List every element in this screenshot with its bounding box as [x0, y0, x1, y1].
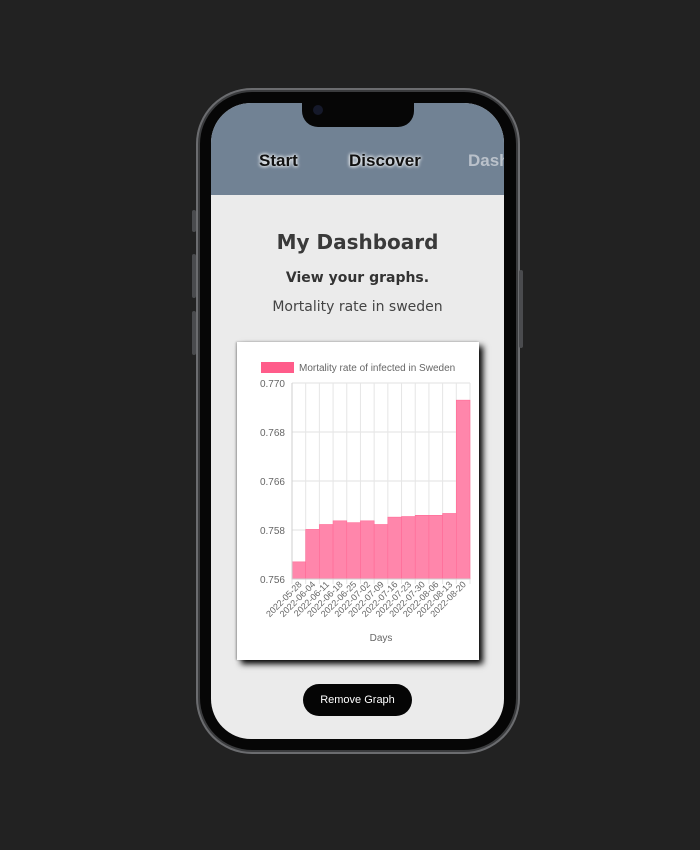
chart-bar	[428, 515, 443, 580]
y-tick-label: 0.756	[260, 575, 285, 586]
y-tick-label: 0.766	[260, 477, 285, 488]
chart-name: Mortality rate in sweden	[272, 299, 443, 315]
nav-item-dashboard[interactable]: Dashboard	[468, 151, 504, 171]
chart-bar	[346, 522, 361, 580]
x-axis-title: Days	[370, 633, 393, 644]
chart-bar	[319, 524, 334, 580]
chart-bar	[414, 515, 430, 580]
y-tick-label: 0.768	[260, 428, 285, 439]
remove-graph-button[interactable]: Remove Graph	[303, 684, 412, 716]
phone-volume-down-button	[192, 311, 196, 355]
nav-item-start[interactable]: Start	[259, 151, 298, 171]
chart-bar	[291, 561, 306, 580]
phone-power-button	[519, 270, 523, 348]
legend-swatch	[261, 362, 294, 373]
chart-bar	[456, 399, 471, 580]
y-tick-label: 0.758	[260, 526, 285, 537]
legend-label: Mortality rate of infected in Sweden	[299, 363, 455, 374]
y-tick-label: 0.770	[260, 379, 285, 390]
mortality-bar-chart: 0.7700.7680.7660.7580.7562022-05-282022-…	[260, 362, 471, 644]
chart-card: 0.770 0.768 0.766 0.758 0.756 2022-05-28 2022-…	[237, 342, 479, 660]
chart-bar	[387, 516, 402, 580]
phone-volume-up-button	[192, 254, 196, 298]
chart-bar	[442, 513, 457, 580]
chart-bar	[373, 524, 389, 580]
phone-mute-switch	[192, 210, 196, 232]
nav-item-discover[interactable]: Discover	[349, 151, 421, 171]
page-title: My Dashboard	[276, 230, 439, 254]
page-subtitle: View your graphs.	[285, 270, 430, 286]
chart-bar	[360, 520, 375, 580]
chart-bar	[401, 516, 416, 580]
chart-bar	[332, 520, 348, 580]
chart-bar	[305, 529, 320, 580]
phone-screen: Start Discover Dashboard My Dashboard Vi…	[211, 103, 504, 739]
camera-icon	[313, 105, 323, 115]
